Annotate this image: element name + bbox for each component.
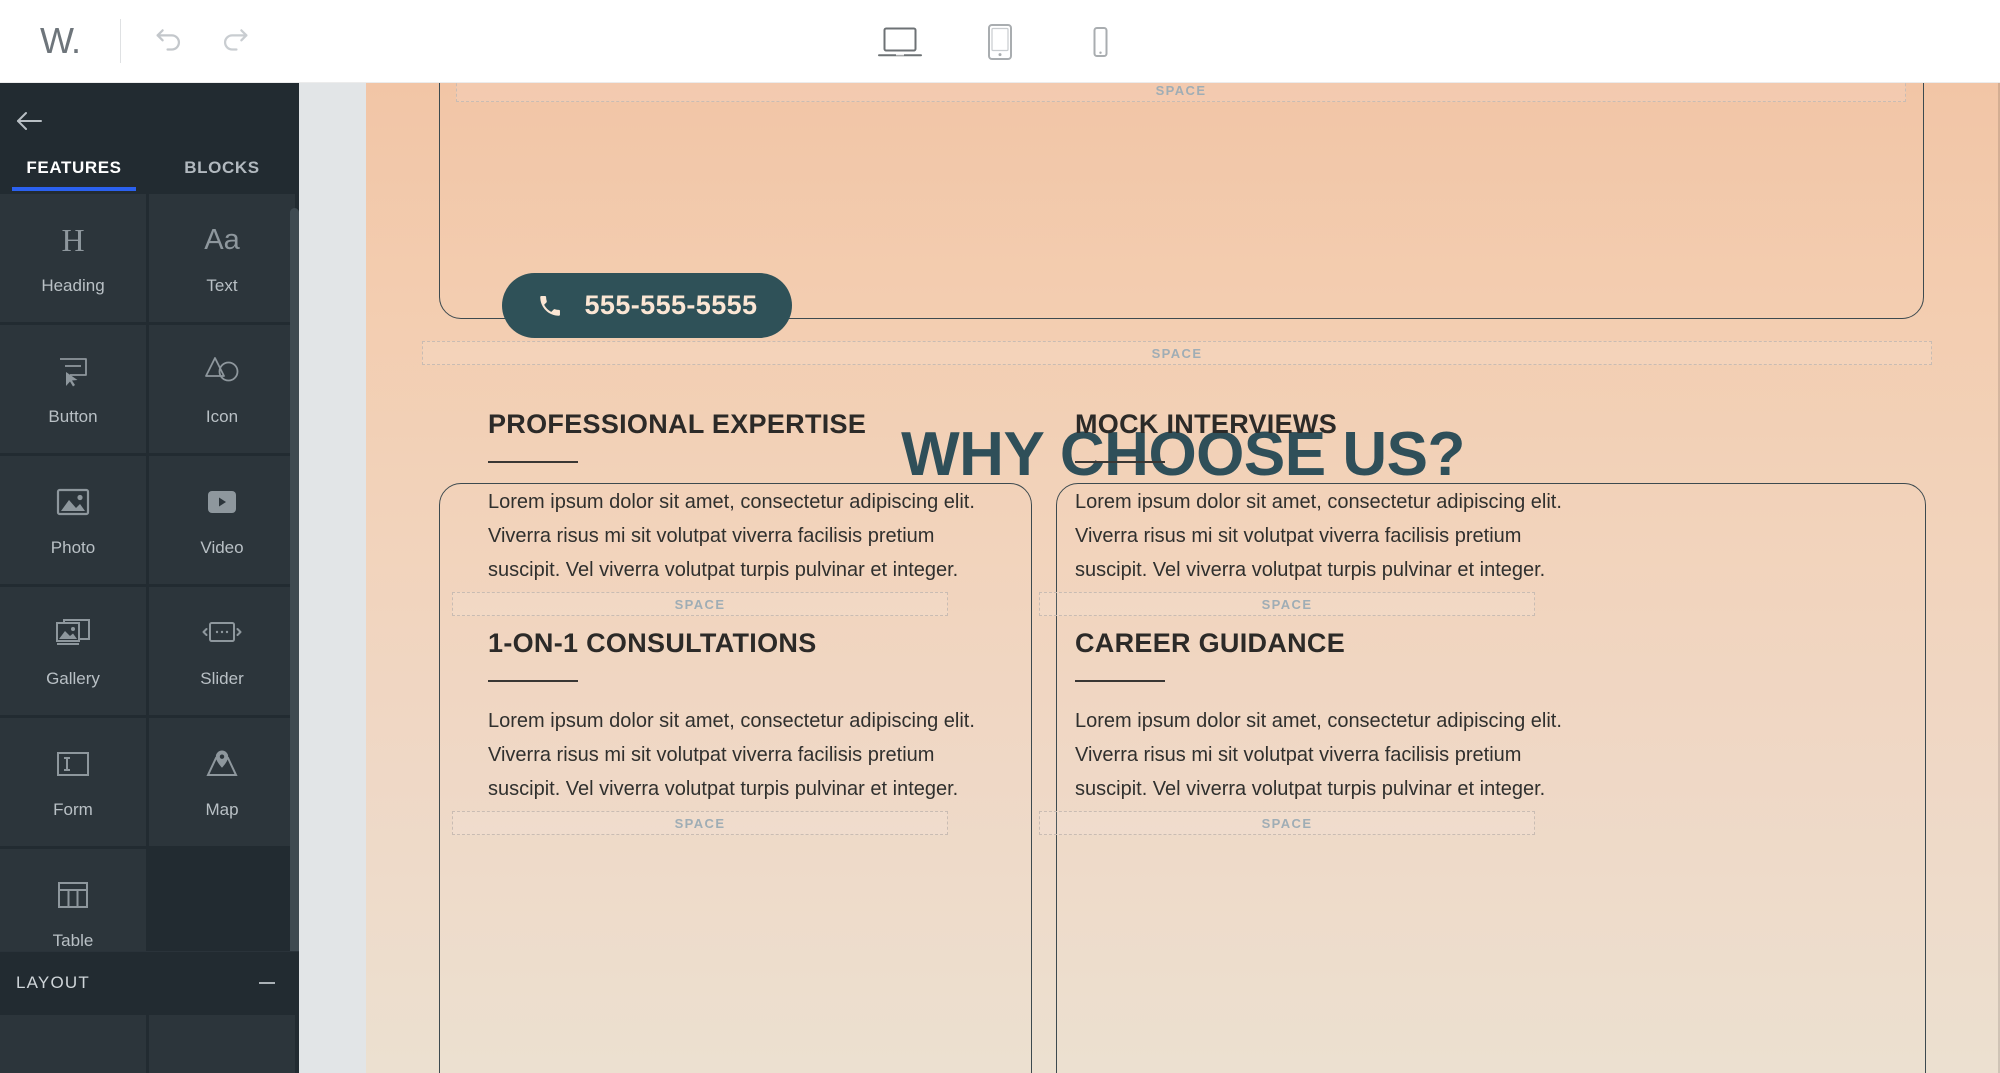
block-title[interactable]: MOCK INTERVIEWS [1075, 409, 1337, 440]
history-buttons [149, 21, 255, 61]
device-mobile-button[interactable] [1072, 14, 1128, 70]
space-placeholder[interactable]: SPACE [1039, 811, 1535, 835]
feature-tile-text[interactable]: Aa Text [149, 194, 295, 322]
undo-icon [156, 29, 180, 51]
tab-blocks[interactable]: BLOCKS [148, 158, 296, 191]
button-icon [60, 358, 87, 387]
feature-tile-label: Map [205, 800, 239, 819]
device-desktop-button[interactable] [872, 14, 928, 70]
feature-tile-label: Button [48, 407, 98, 426]
feature-tile-slider[interactable]: Slider [149, 587, 295, 715]
undo-button[interactable] [149, 21, 189, 61]
feature-tile-gallery[interactable]: Gallery [0, 587, 146, 715]
space-label: SPACE [674, 596, 726, 612]
block-body[interactable]: Lorem ipsum dolor sit amet, consectetur … [488, 485, 988, 587]
space-placeholder[interactable]: SPACE [456, 83, 1906, 102]
app-logo[interactable]: W. [0, 20, 120, 62]
image-icon [56, 488, 90, 516]
tab-features[interactable]: FEATURES [0, 158, 148, 191]
feature-tile-label: Video [200, 538, 244, 557]
feature-tile-label: Icon [205, 407, 239, 426]
feature-tile-label: Gallery [46, 669, 100, 688]
phone-cta-button[interactable]: 555-555-5555 [502, 273, 792, 338]
space-placeholder[interactable]: SPACE [422, 341, 1932, 365]
phone-icon [539, 295, 560, 316]
block-body[interactable]: Lorem ipsum dolor sit amet, consectetur … [1075, 704, 1575, 806]
feature-tile-heading[interactable]: H Heading [0, 194, 146, 322]
device-tablet-button[interactable] [972, 14, 1028, 70]
space-placeholder[interactable]: SPACE [1039, 592, 1535, 616]
feature-tile-label: Form [53, 800, 93, 819]
feature-tile-map[interactable]: Map [149, 718, 295, 846]
space-label: SPACE [1151, 345, 1203, 361]
block-title[interactable]: PROFESSIONAL EXPERTISE [488, 409, 866, 440]
toolbar-divider [120, 19, 121, 63]
space-placeholder[interactable]: SPACE [452, 592, 948, 616]
block-body[interactable]: Lorem ipsum dolor sit amet, consectetur … [1075, 485, 1575, 587]
panel-back-button[interactable] [0, 83, 299, 133]
feature-tile-label: Text [206, 276, 238, 295]
page-canvas[interactable]: SPACE 555-555-5555 WHY CHOOSE US? SPACE … [366, 83, 2000, 1073]
space-label: SPACE [674, 815, 726, 831]
shapes-icon [205, 357, 239, 382]
back-arrow-icon [17, 112, 42, 130]
redo-icon [224, 29, 248, 51]
heading-glyph: H [61, 222, 85, 258]
canvas-gutter [299, 83, 366, 1073]
text-icon: Aa [204, 220, 239, 260]
left-panel: FEATURES BLOCKS H Heading Aa Text Button [0, 83, 299, 1073]
table-icon [58, 882, 88, 908]
feature-tile-icon[interactable]: Icon [149, 325, 295, 453]
gallery-icon [56, 619, 90, 645]
space-label: SPACE [1261, 596, 1313, 612]
desktop-icon [878, 27, 922, 56]
feature-tile-label: Table [52, 931, 94, 950]
layout-section-header[interactable]: LAYOUT [0, 951, 299, 1013]
panel-tabs: FEATURES BLOCKS [0, 133, 299, 191]
feature-tile-label: Photo [50, 538, 96, 557]
features-grid: H Heading Aa Text Button Icon Photo Vide… [0, 191, 295, 977]
phone-number: 555-555-5555 [584, 290, 758, 320]
title-underline [488, 461, 578, 463]
block-body[interactable]: Lorem ipsum dolor sit amet, consectetur … [488, 704, 988, 806]
title-underline [1075, 680, 1165, 682]
feature-tile-button[interactable]: Button [0, 325, 146, 453]
mobile-icon [1093, 26, 1108, 57]
feature-tile-label: Heading [41, 276, 105, 295]
title-underline [488, 680, 578, 682]
video-icon [208, 491, 236, 513]
layout-tile[interactable] [149, 1015, 295, 1073]
heading-icon: H [61, 220, 84, 260]
text-glyph: Aa [204, 223, 240, 256]
feature-tile-label: Slider [200, 669, 244, 688]
minus-icon[interactable] [259, 981, 275, 984]
slider-icon [202, 622, 242, 642]
redo-button[interactable] [215, 21, 255, 61]
block-title[interactable]: 1-ON-1 CONSULTATIONS [488, 628, 817, 659]
feature-tile-form[interactable]: Form [0, 718, 146, 846]
app-logo-text: W. [40, 20, 81, 61]
layout-tile[interactable] [0, 1015, 146, 1073]
space-label: SPACE [1155, 83, 1207, 98]
space-placeholder[interactable]: SPACE [452, 811, 948, 835]
block-title[interactable]: CAREER GUIDANCE [1075, 628, 1345, 659]
space-label: SPACE [1261, 815, 1313, 831]
layout-section-label: LAYOUT [16, 972, 90, 992]
form-icon [57, 752, 89, 776]
top-toolbar: W. [0, 0, 2000, 83]
title-underline [1075, 461, 1165, 463]
feature-tile-photo[interactable]: Photo [0, 456, 146, 584]
sidebar-scrollbar[interactable] [290, 208, 299, 978]
tablet-icon [988, 23, 1012, 60]
layout-grid-peek [0, 1015, 299, 1073]
device-preview-switcher [0, 0, 2000, 83]
feature-tile-video[interactable]: Video [149, 456, 295, 584]
map-pin-icon [206, 750, 238, 776]
